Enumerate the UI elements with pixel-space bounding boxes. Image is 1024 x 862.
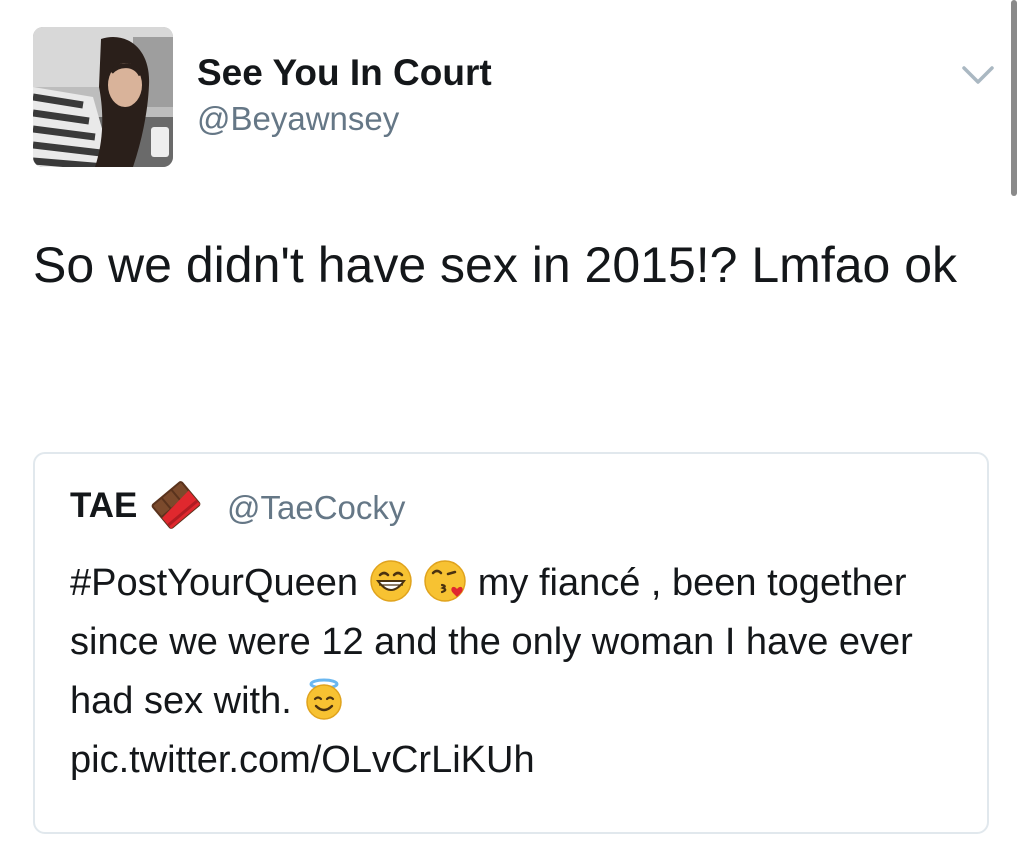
display-name[interactable]: See You In Court	[197, 52, 492, 94]
scrollbar[interactable]	[1011, 0, 1017, 196]
profile-photo	[33, 27, 173, 167]
pic-link[interactable]: pic.twitter.com/OLvCrLiKUh	[70, 739, 535, 781]
avatar[interactable]	[33, 27, 173, 167]
quoted-display-name: TAE	[70, 486, 138, 525]
face-blowing-kiss-icon	[423, 559, 467, 603]
quoted-tweet-card[interactable]: TAE @TaeCocky #PostYourQueen my fiancé ,…	[33, 452, 989, 834]
tweet-text: So we didn't have sex in 2015!? Lmfao ok	[33, 237, 958, 293]
hashtag-link[interactable]: #PostYourQueen	[70, 562, 358, 604]
chocolate-bar-icon	[147, 476, 205, 534]
quoted-user-handle: @TaeCocky	[227, 489, 406, 526]
user-handle[interactable]: @Beyawnsey	[197, 100, 399, 138]
quoted-tweet-text: #PostYourQueen my fiancé , been together…	[70, 554, 950, 790]
chevron-down-icon[interactable]	[960, 62, 996, 88]
grinning-face-icon	[369, 559, 413, 603]
smiling-face-with-halo-icon	[302, 677, 346, 721]
